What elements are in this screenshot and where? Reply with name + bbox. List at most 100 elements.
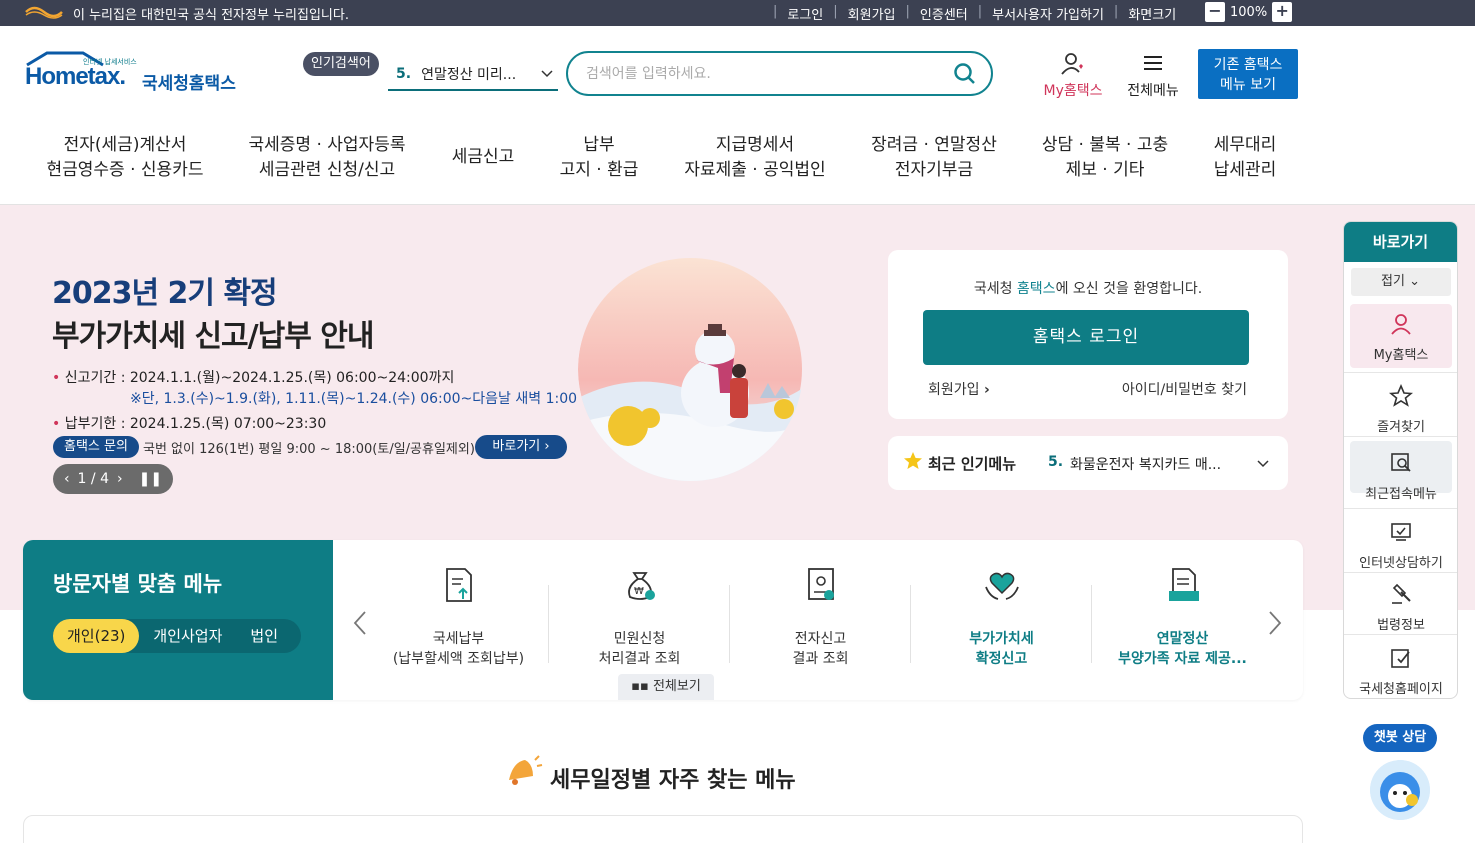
hero-period-label: 신고기간 : (64, 370, 130, 386)
bell-icon (509, 755, 543, 785)
heart-hands-icon (984, 572, 1019, 600)
zoom-out-button[interactable]: − (1205, 2, 1225, 22)
brand-name: 국세청홈택스 (142, 74, 236, 94)
next-slide-icon[interactable]: › (117, 471, 123, 487)
find-id-password-link[interactable]: 아이디/비밀번호 찾기 (1122, 379, 1247, 399)
document-upload-icon (445, 568, 472, 602)
menu-e-filing-result[interactable]: 전자신고 결과 조회 (730, 565, 911, 669)
recent-popular-title: 최근 인기메뉴 (928, 455, 1017, 473)
menu-vat-filing[interactable]: 부가가치세 확정신고 (911, 565, 1092, 669)
hero-goto-button[interactable]: 바로가기 › (475, 435, 567, 459)
hero-title-line2: 부가가치세 신고/납부 안내 (52, 319, 374, 354)
document-tray-icon (1168, 568, 1199, 601)
quick-favorites[interactable]: 즐겨찾기 (1350, 383, 1452, 435)
chevron-right-icon[interactable] (1266, 610, 1284, 636)
recent-popular-menu[interactable]: 최근 인기메뉴 5. 화물운전자 복지카드 매... (888, 436, 1288, 490)
menu-item-sublabel: 처리결과 조회 (598, 651, 681, 667)
hometax-login-button[interactable]: 홈택스 로그인 (923, 310, 1249, 365)
gavel-icon (1392, 583, 1411, 604)
egov-logo-icon (25, 6, 63, 19)
menu-item-sublabel: (납부할세액 조회납부) (392, 651, 525, 667)
my-hometax-label: My홈택스 (1043, 83, 1103, 99)
chevron-down-icon (541, 70, 553, 78)
menu-item-sublabel: 결과 조회 (792, 651, 849, 667)
divider (1344, 634, 1457, 635)
nav-item-certificate[interactable]: 국세증명 · 사업자등록 세금관련 신청/신고 (247, 133, 407, 183)
hero-period-note: ※단, 1.3.(수)~1.9.(화), 1.11.(목)~1.24.(수) 0… (130, 391, 578, 407)
login-link[interactable]: 로그인 (787, 4, 823, 23)
dept-user-signup-link[interactable]: 부서사용자 가입하기 (992, 4, 1104, 23)
quick-nts-homepage[interactable]: 국세청홈페이지 (1350, 646, 1452, 697)
chatbot-mascot-icon[interactable] (1370, 760, 1430, 820)
popular-search-rank: 5. (396, 65, 412, 82)
divider (1344, 508, 1457, 509)
snowman-illustration (578, 258, 803, 481)
legacy-menu-line2: 메뉴 보기 (1220, 77, 1276, 93)
pause-icon[interactable]: ❚❚ (139, 471, 162, 487)
welcome-text: 국세청 홈택스에 오신 것을 환영합니다. (973, 281, 1203, 297)
search-icon[interactable] (953, 62, 977, 86)
menu-tax-payment[interactable]: 국세납부 (납부할세액 조회납부) (368, 565, 549, 669)
all-menu-button[interactable]: 전체메뉴 (1122, 52, 1184, 100)
my-hometax-button[interactable]: My홈택스 (1038, 52, 1108, 100)
prev-slide-icon[interactable]: ‹ (64, 471, 70, 487)
hero-payment: • 납부기한 : 2024.1.25.(목) 07:00~23:30 (52, 416, 327, 432)
chatbot-button[interactable]: 챗봇 상담 (1363, 724, 1437, 752)
popular-search-tag: 인기검색어 (303, 52, 379, 76)
recent-popular-item: 화물운전자 복지카드 매... (1070, 457, 1222, 473)
search-box (566, 51, 993, 96)
all-menu-label: 전체메뉴 (1127, 83, 1179, 99)
menu-item-sublabel: 부양가족 자료 제공... (1118, 651, 1247, 667)
nav-item-label: 전자(세금)계산서 (63, 135, 187, 155)
recent-search-icon (1391, 453, 1411, 472)
legacy-menu-line1: 기존 홈택스 (1213, 57, 1283, 73)
popular-search-term: 연말정산 미리... (421, 66, 517, 83)
hero-payment-value: 2024.1.25.(목) 07:00~23:30 (129, 416, 327, 432)
menu-item-sublabel: 확정신고 (975, 651, 1028, 667)
nav-item-tax-return[interactable]: 세금신고 (443, 145, 523, 170)
nav-item-consult[interactable]: 상담 · 불복 · 고충 제보 · 기타 (1035, 133, 1175, 183)
nav-item-sublabel: 자료제출 · 공익법인 (684, 160, 826, 180)
quick-recent-menu[interactable]: 최근접속메뉴 (1350, 441, 1452, 502)
cert-center-link[interactable]: 인증센터 (920, 4, 968, 23)
quick-online-consult[interactable]: 인터넷상담하기 (1350, 520, 1452, 571)
search-input[interactable] (586, 63, 936, 85)
menu-civil-request[interactable]: ₩ 민원신청 처리결과 조회 (549, 565, 730, 669)
popular-search-select[interactable]: 5. 연말정산 미리... (388, 58, 558, 91)
visitor-menu-title: 방문자별 맞춤 메뉴 (53, 572, 223, 596)
menu-year-end-settlement[interactable]: 연말정산 부양가족 자료 제공... (1092, 565, 1273, 669)
hometax-logo[interactable]: 인터넷 납세서비스 Hometax. 국세청홈택스 (25, 51, 240, 103)
monitor-check-icon (1391, 523, 1411, 541)
quick-my-hometax[interactable]: My홈택스 (1350, 304, 1452, 368)
tab-individual[interactable]: 개인(23) (53, 619, 140, 653)
signup-link[interactable]: 회원가입 › (928, 379, 990, 399)
slide-counter: 1 / 4 (77, 471, 109, 487)
signup-link[interactable]: 회원가입 (848, 4, 896, 23)
fold-label: 접기 (1381, 274, 1405, 289)
zoom-in-button[interactable]: + (1272, 2, 1293, 22)
nav-item-sublabel: 전자기부금 (894, 160, 974, 180)
nav-item-tax-agent[interactable]: 세무대리 납세관리 (1205, 133, 1285, 183)
quick-item-label: 법령정보 (1377, 618, 1425, 633)
quick-law-info[interactable]: 법령정보 (1350, 582, 1452, 633)
chevron-left-icon[interactable] (351, 610, 369, 636)
nav-item-sublabel: 세금관련 신청/신고 (258, 160, 396, 180)
legacy-menu-button[interactable]: 기존 홈택스 메뉴 보기 (1198, 49, 1298, 99)
quick-item-label: 최근접속메뉴 (1365, 487, 1437, 502)
tab-sole-proprietor[interactable]: 개인사업자 (139, 619, 236, 653)
tab-corporation[interactable]: 법인 (236, 619, 292, 653)
nav-item-invoice[interactable]: 전자(세금)계산서 현금영수증 · 신용카드 (45, 133, 205, 183)
chevron-down-icon (1257, 460, 1269, 468)
visitor-menu-panel: 방문자별 맞춤 메뉴 개인(23) 개인사업자 법인 국세납부 (납부할세액 조… (23, 540, 1303, 700)
quick-item-label: 국세청홈페이지 (1359, 682, 1443, 697)
view-all-button[interactable]: ▪▪ 전체보기 (618, 674, 714, 700)
gov-notice-text: 이 누리집은 대한민국 공식 전자정부 누리집입니다. (73, 8, 349, 23)
view-all-label: 전체보기 (652, 679, 701, 694)
nav-item-incentive[interactable]: 장려금 · 연말정산 전자기부금 (864, 133, 1004, 183)
user-heart-icon (1061, 53, 1083, 75)
nav-item-payment[interactable]: 납부 고지 · 환급 (553, 133, 645, 183)
menu-item-label: 연말정산 (1156, 631, 1209, 647)
nav-item-sublabel: 납세관리 (1213, 160, 1277, 180)
fold-button[interactable]: 접기 ⌄ (1350, 268, 1451, 296)
nav-item-payment-statement[interactable]: 지급명세서 자료제출 · 공익법인 (680, 133, 830, 183)
